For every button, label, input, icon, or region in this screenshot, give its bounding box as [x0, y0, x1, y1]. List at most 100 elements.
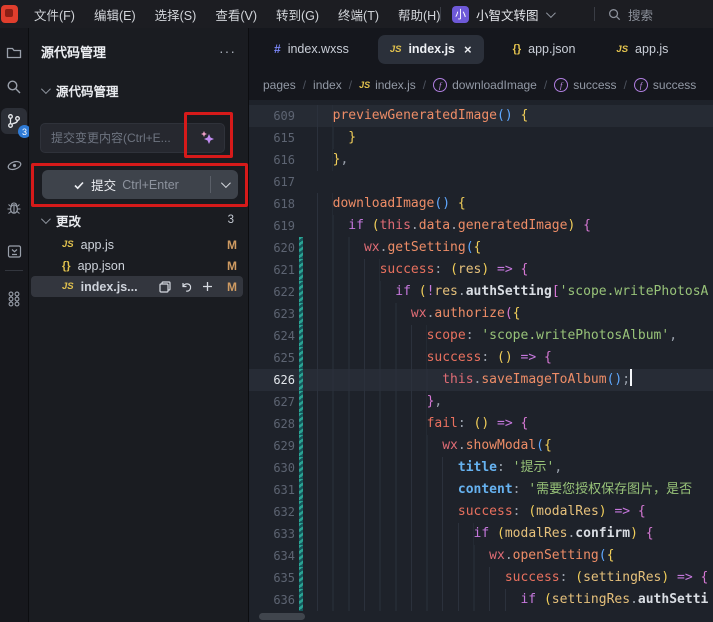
- method-symbol-icon: f: [433, 78, 447, 92]
- tab-index.wxss[interactable]: #index.wxss: [262, 35, 361, 64]
- breadcrumb-item[interactable]: fsuccess: [554, 78, 616, 92]
- file-row-actions: [159, 281, 213, 293]
- code-line[interactable]: 617: [249, 171, 713, 193]
- code-line[interactable]: 632success: (modalRes) => {: [249, 501, 713, 523]
- close-icon[interactable]: ×: [464, 42, 472, 57]
- more-actions-icon[interactable]: ···: [219, 43, 236, 59]
- explorer-icon[interactable]: [1, 40, 27, 66]
- code-line[interactable]: 636if (settingRes.authSetti: [249, 589, 713, 611]
- menu-item[interactable]: 文件(F): [34, 5, 75, 24]
- preview-eye-icon[interactable]: [1, 152, 27, 178]
- code-line[interactable]: 627},: [249, 391, 713, 413]
- code-line[interactable]: 625success: () => {: [249, 347, 713, 369]
- breadcrumb-item[interactable]: fdownloadImage: [433, 78, 537, 92]
- breadcrumb-item[interactable]: pages: [263, 78, 296, 92]
- code-token: data: [419, 218, 450, 233]
- code-token: [513, 262, 521, 277]
- code-line[interactable]: 609 previewGeneratedImage() {: [249, 105, 713, 127]
- code-token: .: [630, 592, 638, 607]
- breadcrumb-item[interactable]: fsuccess: [634, 78, 696, 92]
- breadcrumb-label: index: [313, 78, 342, 92]
- stage-plus-icon[interactable]: [202, 281, 213, 292]
- line-number: 609: [249, 105, 295, 127]
- file-name: app.json: [78, 259, 125, 273]
- menu-item[interactable]: 编辑(E): [94, 5, 136, 24]
- app-logo-icon[interactable]: [1, 5, 18, 23]
- changes-section-header[interactable]: 更改 3: [41, 211, 234, 229]
- tab-label: app.json: [528, 42, 575, 56]
- code-token: .: [458, 438, 466, 453]
- code-line[interactable]: 630title: '提示',: [249, 457, 713, 479]
- file-row[interactable]: {}app.jsonM: [29, 255, 245, 276]
- code-line[interactable]: 622if (!res.authSetting['scope.writePhot…: [249, 281, 713, 303]
- code-line[interactable]: 629wx.showModal({: [249, 435, 713, 457]
- search-sidebar-icon[interactable]: [1, 74, 27, 100]
- code-token: ,: [434, 394, 442, 409]
- code-line[interactable]: 623wx.authorize({: [249, 303, 713, 325]
- code-token: {: [607, 548, 615, 563]
- line-content: content: '需要您授权保存图片，是否: [303, 479, 692, 501]
- open-file-icon[interactable]: [159, 281, 171, 293]
- file-row[interactable]: JSindex.js...M: [31, 276, 243, 297]
- code-token: ,: [554, 460, 562, 475]
- code-token: (: [544, 592, 552, 607]
- line-content: previewGeneratedImage() {: [303, 105, 528, 127]
- code-line[interactable]: 621success: (res) => {: [249, 259, 713, 281]
- code-line[interactable]: 620wx.getSetting({: [249, 237, 713, 259]
- code-line[interactable]: 618downloadImage() {: [249, 193, 713, 215]
- menu-item[interactable]: 查看(V): [215, 5, 257, 24]
- js-file-icon: JS: [62, 239, 74, 250]
- code-line[interactable]: 634wx.openSetting({: [249, 545, 713, 567]
- code-editor[interactable]: 609 previewGeneratedImage() {615}616},617…: [249, 100, 713, 622]
- commit-button[interactable]: 提交 Ctrl+Enter: [42, 170, 238, 199]
- horizontal-scrollbar[interactable]: [259, 613, 305, 620]
- line-content: },: [303, 149, 348, 171]
- code-line[interactable]: 635success: (settingRes) => {: [249, 567, 713, 589]
- code-token: =>: [521, 350, 537, 365]
- code-token: saveImageToAlbum: [481, 372, 606, 387]
- debug-bug-icon[interactable]: [1, 195, 27, 221]
- code-token: [693, 570, 701, 585]
- code-token: generatedImage: [458, 218, 568, 233]
- code-line[interactable]: 628fail: () => {: [249, 413, 713, 435]
- code-line[interactable]: 619if (this.data.generatedImage) {: [249, 215, 713, 237]
- discard-changes-icon[interactable]: [180, 281, 193, 293]
- editor-group: #index.wxssJSindex.js×{}app.jsonJSapp.js…: [249, 28, 713, 622]
- line-number: 629: [249, 435, 295, 457]
- indent-guides: [317, 149, 333, 171]
- menu-item[interactable]: 选择(S): [155, 5, 197, 24]
- menu-item[interactable]: 转到(G): [276, 5, 319, 24]
- code-token: 'scope.writePhotosAlbum': [481, 328, 669, 343]
- ai-generate-commit-button[interactable]: [195, 127, 219, 149]
- tab-app.json[interactable]: {}app.json: [501, 35, 588, 64]
- code-line[interactable]: 616},: [249, 149, 713, 171]
- section-header-source-control[interactable]: 源代码管理: [41, 82, 119, 98]
- project-selector[interactable]: 小 小智文转图: [452, 3, 553, 25]
- code-line[interactable]: 633if (modalRes.confirm) {: [249, 523, 713, 545]
- code-line[interactable]: 615}: [249, 127, 713, 149]
- source-control-icon[interactable]: 3: [1, 108, 27, 134]
- breadcrumb[interactable]: pages/index/JSindex.js/fdownloadImage/fs…: [249, 70, 713, 100]
- breadcrumb-item[interactable]: index: [313, 78, 342, 92]
- line-number: 627: [249, 391, 295, 413]
- terminal-panel-icon[interactable]: [1, 238, 27, 264]
- code-token: success: [505, 570, 560, 585]
- tab-index.js[interactable]: JSindex.js×: [378, 35, 484, 64]
- code-token: this: [380, 218, 411, 233]
- tab-app.js[interactable]: JSapp.js: [604, 35, 680, 64]
- code-line[interactable]: 631content: '需要您授权保存图片，是否: [249, 479, 713, 501]
- commit-dropdown-button[interactable]: [211, 181, 238, 188]
- code-token: wx: [411, 306, 427, 321]
- code-token: =>: [677, 570, 693, 585]
- code-line[interactable]: 626this.saveImageToAlbum();: [249, 369, 713, 391]
- code-token: (: [599, 548, 607, 563]
- menu-item[interactable]: 帮助(H): [398, 5, 440, 24]
- menu-item[interactable]: 终端(T): [338, 5, 379, 24]
- file-row[interactable]: JSapp.jsM: [29, 234, 245, 255]
- code-line[interactable]: 624scope: 'scope.writePhotosAlbum',: [249, 325, 713, 347]
- project-name: 小智文转图: [476, 5, 539, 24]
- line-number: 621: [249, 259, 295, 281]
- extensions-grid-icon[interactable]: [1, 286, 27, 312]
- global-search[interactable]: 搜索: [608, 4, 653, 24]
- breadcrumb-item[interactable]: JSindex.js: [359, 78, 416, 92]
